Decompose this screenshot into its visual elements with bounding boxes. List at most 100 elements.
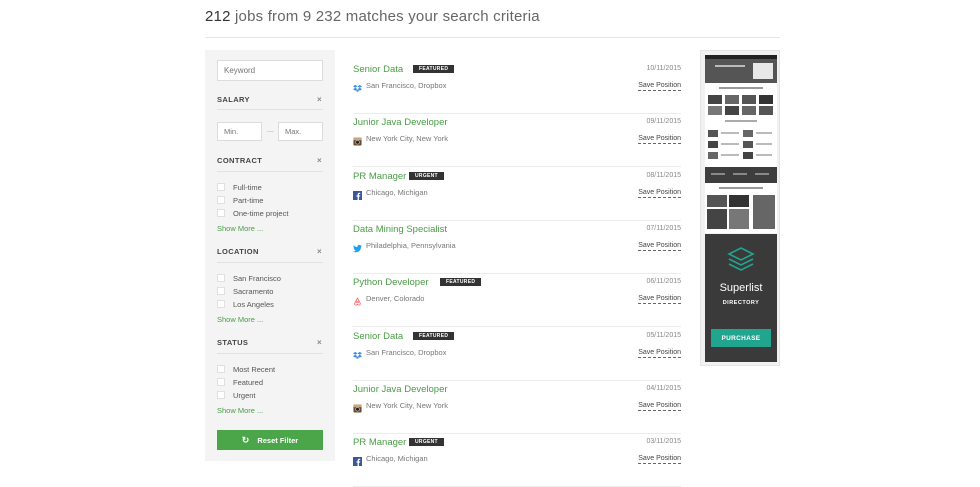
status-option[interactable]: Featured bbox=[217, 377, 263, 387]
purchase-button[interactable]: PURCHASE bbox=[711, 329, 771, 347]
save-position-link[interactable]: Save Position bbox=[638, 241, 681, 251]
job-company: Philadelphia, Pennsylvania bbox=[366, 240, 456, 250]
checkbox[interactable] bbox=[217, 300, 225, 308]
job-company: New York City, New York bbox=[366, 400, 448, 410]
instagram-icon bbox=[353, 133, 362, 146]
job-title-link[interactable]: Senior Data bbox=[353, 331, 403, 342]
checkbox[interactable] bbox=[217, 287, 225, 295]
job-title-link[interactable]: Data Mining Specialist bbox=[353, 224, 447, 235]
save-position-link[interactable]: Save Position bbox=[638, 81, 681, 91]
job-row[interactable]: Data Mining Specialist 07/11/2015 Philadel… bbox=[353, 220, 681, 274]
airbnb-icon bbox=[353, 293, 362, 306]
checkbox[interactable] bbox=[217, 391, 225, 399]
job-date: 05/11/2015 bbox=[646, 331, 681, 339]
dropbox-icon bbox=[353, 347, 362, 359]
job-badge: FEATURED bbox=[440, 278, 482, 287]
job-title-link[interactable]: PR Manager bbox=[353, 437, 406, 448]
instagram-icon bbox=[353, 400, 362, 413]
job-row[interactable]: Python Developer FEATURED 06/11/2015 Denver… bbox=[353, 273, 681, 328]
job-row[interactable]: PR Manager URGENT 03/11/2015 Chicago, Michi… bbox=[353, 433, 681, 487]
save-position-link[interactable]: Save Position bbox=[638, 454, 681, 465]
ad-brand-name: Superlist bbox=[719, 282, 763, 294]
job-date: 06/11/2015 bbox=[646, 278, 681, 286]
salary-max-input[interactable] bbox=[278, 122, 323, 141]
location-divider bbox=[217, 262, 323, 263]
job-row[interactable]: Senior Data FEATURED 10/11/2015 San Francis… bbox=[353, 60, 681, 114]
salary-dash: — bbox=[267, 128, 274, 135]
job-row[interactable]: Junior Java Developer 04/11/2015 New York … bbox=[353, 380, 681, 434]
contract-close-icon[interactable]: × bbox=[317, 156, 322, 165]
job-company: New York City, New York bbox=[366, 134, 448, 144]
contract-divider bbox=[217, 171, 323, 172]
status-close-icon[interactable]: × bbox=[317, 338, 322, 347]
keyword-input[interactable] bbox=[217, 60, 323, 81]
contract-option[interactable]: Part-time bbox=[217, 195, 263, 205]
salary-close-icon[interactable]: × bbox=[317, 95, 322, 104]
job-date: 04/11/2015 bbox=[646, 384, 681, 392]
status-divider bbox=[217, 353, 323, 354]
salary-title: SALARY bbox=[217, 95, 250, 104]
job-title-link[interactable]: Python Developer bbox=[353, 277, 429, 288]
job-company: San Francisco, Dropbox bbox=[366, 347, 447, 357]
job-row[interactable]: Junior Java Developer 09/11/2015 New York … bbox=[353, 113, 681, 168]
status-option[interactable]: Urgent bbox=[217, 390, 256, 400]
job-title-link[interactable]: Junior Java Developer bbox=[353, 384, 448, 395]
salary-min-input[interactable] bbox=[217, 122, 262, 141]
reset-filter-button[interactable]: ↻ Reset Filter bbox=[217, 430, 323, 450]
checkbox[interactable] bbox=[217, 365, 225, 373]
twitter-icon bbox=[353, 240, 362, 253]
location-close-icon[interactable]: × bbox=[317, 247, 322, 256]
superlist-ad[interactable]: Superlist DIRECTORY PURCHASE bbox=[700, 50, 780, 366]
contract-option[interactable]: One-time project bbox=[217, 208, 288, 218]
checkbox[interactable] bbox=[217, 196, 225, 204]
checkbox[interactable] bbox=[217, 209, 225, 217]
location-option[interactable]: Sacramento bbox=[217, 286, 273, 296]
results-summary: 212 jobs from 9 232 matches your search … bbox=[205, 8, 540, 25]
job-date: 07/11/2015 bbox=[646, 224, 681, 232]
save-position-link[interactable]: Save Position bbox=[638, 134, 681, 145]
results-text: jobs from 9 232 matches your search crit… bbox=[230, 8, 540, 25]
status-option[interactable]: Most Recent bbox=[217, 364, 275, 374]
checkbox[interactable] bbox=[217, 274, 225, 282]
refresh-icon: ↻ bbox=[241, 434, 250, 445]
job-title-link[interactable]: Senior Data bbox=[353, 64, 403, 75]
results-count: 212 bbox=[205, 8, 231, 25]
facebook-icon bbox=[353, 453, 362, 467]
location-option[interactable]: Los Angeles bbox=[217, 299, 274, 309]
job-company: Chicago, Michigan bbox=[366, 187, 428, 197]
filter-sidebar: SALARY × — CONTRACT × Full-time Part-tim… bbox=[205, 50, 335, 461]
job-badge: FEATURED bbox=[413, 331, 455, 340]
theme-preview-image bbox=[705, 55, 777, 233]
job-company: Chicago, Michigan bbox=[366, 454, 428, 464]
status-title: STATUS bbox=[217, 338, 249, 347]
job-row[interactable]: PR Manager URGENT 08/11/2015 Chicago, Michi… bbox=[353, 167, 681, 221]
contract-show-more-link[interactable]: Show More ... bbox=[217, 224, 263, 233]
layers-icon bbox=[727, 247, 755, 271]
job-title-link[interactable]: Junior Java Developer bbox=[353, 117, 448, 128]
checkbox[interactable] bbox=[217, 183, 225, 191]
status-show-more-link[interactable]: Show More ... bbox=[217, 406, 263, 415]
location-title: LOCATION bbox=[217, 247, 259, 256]
checkbox[interactable] bbox=[217, 378, 225, 386]
save-position-link[interactable]: Save Position bbox=[638, 401, 681, 411]
location-show-more-link[interactable]: Show More ... bbox=[217, 315, 263, 324]
save-position-link[interactable]: Save Position bbox=[638, 348, 681, 358]
job-badge: FEATURED bbox=[413, 65, 455, 73]
ad-banner: Superlist DIRECTORY PURCHASE bbox=[705, 234, 777, 362]
dropbox-icon bbox=[353, 80, 362, 92]
salary-divider bbox=[217, 109, 323, 110]
contract-title: CONTRACT bbox=[217, 156, 263, 165]
job-date: 10/11/2015 bbox=[646, 65, 681, 72]
job-date: 08/11/2015 bbox=[646, 171, 681, 179]
location-option[interactable]: San Francisco bbox=[217, 273, 281, 283]
contract-option[interactable]: Full-time bbox=[217, 182, 262, 192]
header-divider bbox=[205, 37, 780, 38]
job-company: San Francisco, Dropbox bbox=[366, 81, 447, 90]
save-position-link[interactable]: Save Position bbox=[638, 188, 681, 198]
facebook-icon bbox=[353, 187, 362, 200]
job-badge: URGENT bbox=[409, 171, 444, 180]
job-row[interactable]: Senior Data FEATURED 05/11/2015 San Francis… bbox=[353, 327, 681, 381]
ad-brand-sub: DIRECTORY bbox=[722, 300, 760, 306]
save-position-link[interactable]: Save Position bbox=[638, 294, 681, 305]
job-title-link[interactable]: PR Manager bbox=[353, 171, 406, 182]
